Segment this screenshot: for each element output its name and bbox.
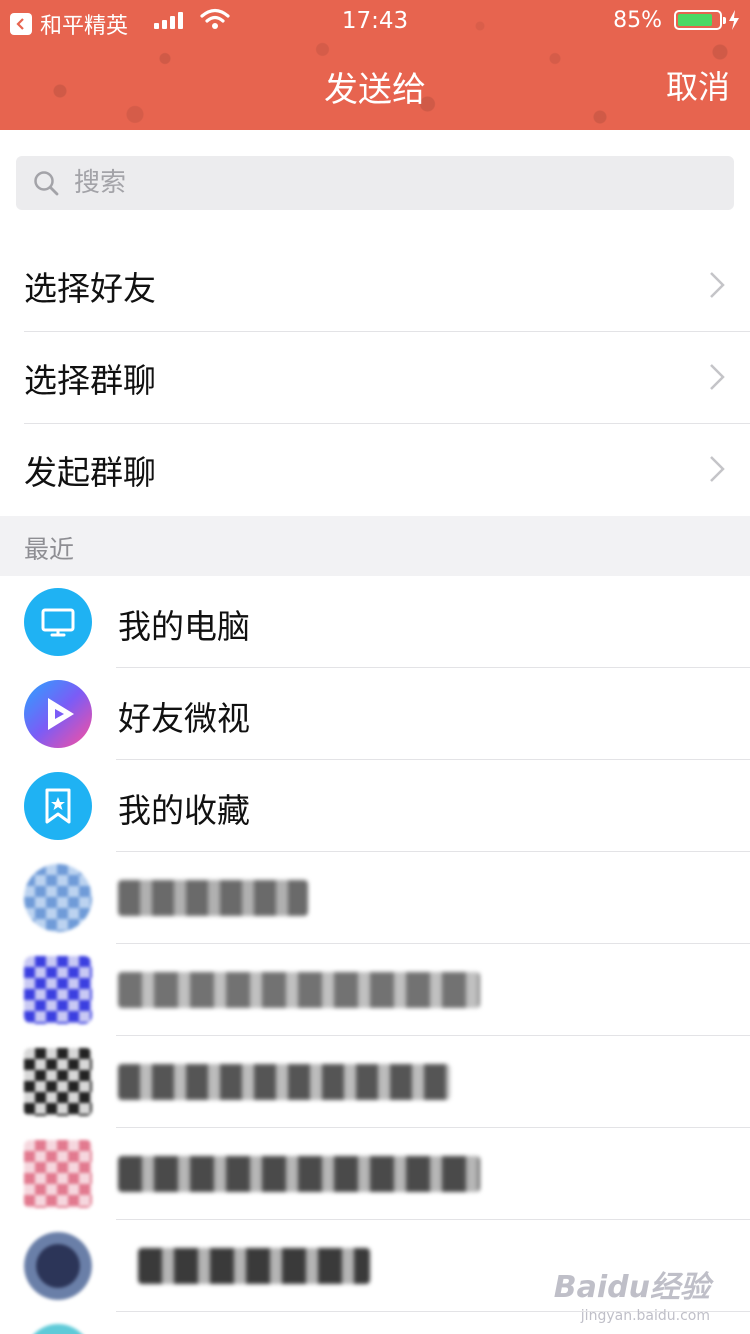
cancel-button[interactable]: 取消 xyxy=(666,62,730,108)
menu-item-label: 选择好友 xyxy=(24,269,156,308)
avatar xyxy=(24,1324,92,1334)
header: 和平精英 17:43 85% 发送给 取消 xyxy=(0,0,750,130)
weishi-play-icon xyxy=(24,680,92,748)
watermark-text: Baidu经验 xyxy=(553,1270,710,1305)
avatar xyxy=(24,1140,92,1208)
watermark-url: jingyan.baidu.com xyxy=(580,1308,710,1324)
search-icon xyxy=(34,171,59,196)
select-groups-row[interactable]: 选择群聊 xyxy=(0,332,750,424)
search-section xyxy=(0,130,750,236)
charging-bolt-icon xyxy=(729,10,739,30)
watermark: Baidu经验 jingyan.baidu.com xyxy=(554,1262,710,1324)
search-bar[interactable] xyxy=(16,156,734,210)
recent-item-redacted[interactable] xyxy=(0,1036,750,1128)
recent-item-redacted[interactable] xyxy=(0,852,750,944)
chevron-right-icon xyxy=(710,456,725,482)
contact-name: 我的电脑 xyxy=(118,607,250,646)
avatar xyxy=(24,1232,92,1300)
avatar xyxy=(24,1048,92,1116)
avatar xyxy=(24,956,92,1024)
menu-item-label: 发起群聊 xyxy=(24,453,156,492)
contact-name: 我的收藏 xyxy=(118,791,250,830)
recent-section-header: 最近 xyxy=(0,516,750,576)
chevron-right-icon xyxy=(710,364,725,390)
section-title: 最近 xyxy=(24,535,75,564)
battery-icon xyxy=(674,10,726,30)
battery-fill xyxy=(678,14,712,26)
menu-item-label: 选择群聊 xyxy=(24,361,156,400)
chevron-right-icon xyxy=(710,272,725,298)
redacted-name xyxy=(118,1064,450,1100)
recent-item-redacted[interactable] xyxy=(0,1128,750,1220)
computer-icon xyxy=(24,588,92,656)
redacted-name xyxy=(138,1248,370,1284)
recent-item-redacted[interactable] xyxy=(0,944,750,1036)
recent-item-weishi[interactable]: 好友微视 xyxy=(0,668,750,760)
bookmark-star-icon xyxy=(24,772,92,840)
page-title: 发送给 xyxy=(324,70,426,110)
redacted-name xyxy=(118,972,480,1008)
battery-percentage: 85% xyxy=(613,8,662,33)
recent-item-my-favorites[interactable]: 我的收藏 xyxy=(0,760,750,852)
redacted-name xyxy=(118,880,308,916)
contact-name: 好友微视 xyxy=(118,699,250,738)
recent-item-my-computer[interactable]: 我的电脑 xyxy=(0,576,750,668)
start-group-chat-row[interactable]: 发起群聊 xyxy=(0,424,750,516)
avatar xyxy=(24,864,92,932)
redacted-name xyxy=(118,1156,480,1192)
select-friends-row[interactable]: 选择好友 xyxy=(0,240,750,332)
status-bar: 和平精英 17:43 85% xyxy=(0,0,750,40)
search-input[interactable] xyxy=(74,168,674,198)
